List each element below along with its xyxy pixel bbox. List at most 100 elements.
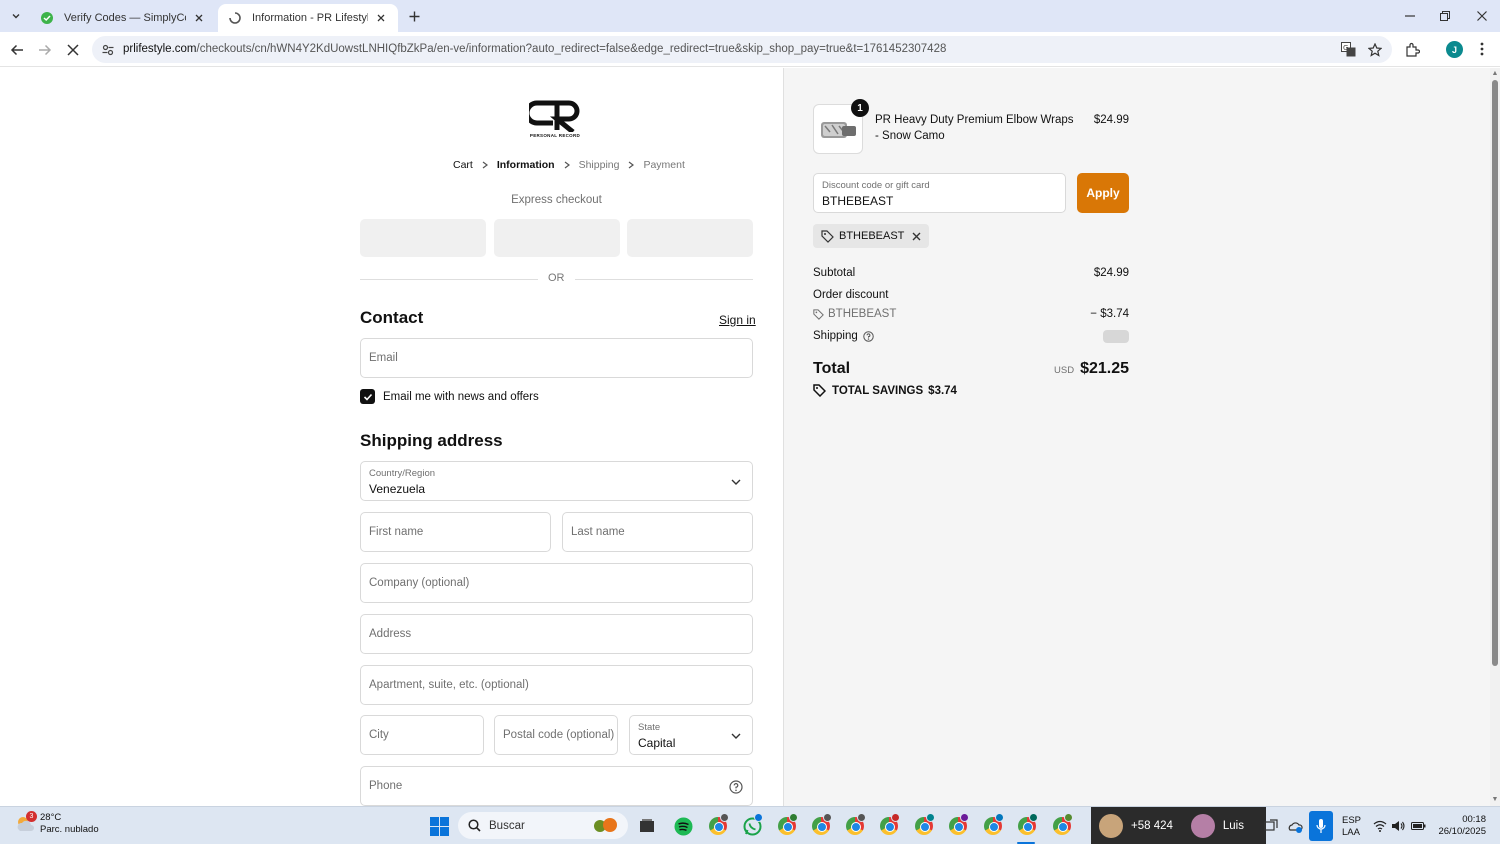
chrome-profile-6-icon[interactable] — [913, 813, 935, 837]
svg-text:G: G — [1343, 44, 1348, 52]
close-window-icon[interactable] — [1474, 8, 1490, 24]
company-field[interactable]: Company (optional) — [360, 563, 753, 603]
system-clock[interactable]: 00:18 26/10/2025 — [1436, 814, 1486, 838]
profile-avatar[interactable]: J — [1446, 41, 1463, 58]
tab-checkout-active[interactable]: Information - PR Lifestyle - Che — [218, 4, 398, 32]
tab-search-chevron-icon[interactable] — [6, 7, 26, 25]
close-tab-icon[interactable] — [374, 11, 388, 25]
chevron-right-icon — [564, 161, 570, 169]
state-select[interactable]: State Capital — [629, 715, 753, 755]
first-name-field[interactable]: First name — [360, 512, 551, 552]
help-circle-icon[interactable] — [728, 779, 744, 795]
country-select[interactable]: Country/Region Venezuela — [360, 461, 753, 501]
onedrive-icon[interactable] — [1287, 818, 1303, 834]
input-language[interactable]: ESP LAA — [1342, 815, 1361, 839]
phone-placeholder: Phone — [369, 780, 403, 792]
express-checkout-button-1[interactable] — [360, 219, 486, 257]
battery-icon[interactable] — [1410, 818, 1426, 834]
restore-window-icon[interactable] — [1437, 8, 1453, 24]
email-placeholder: Email — [369, 352, 398, 364]
chevron-right-icon — [482, 161, 488, 169]
browser-toolbar: prlifestyle.com/checkouts/cn/hWN4Y2KdUow… — [0, 32, 1500, 67]
temperature: 28°C — [40, 812, 62, 823]
url-host: prlifestyle.com — [123, 43, 197, 55]
checkout-page: PERSONAL RECORD Cart Information Shippin… — [0, 68, 1490, 806]
chrome-profile-1-icon[interactable] — [707, 813, 729, 837]
discount-code-field[interactable]: Discount code or gift card BTHEBEAST — [813, 173, 1066, 213]
apartment-placeholder: Apartment, suite, etc. (optional) — [369, 679, 529, 691]
scroll-up-arrow-icon[interactable]: ▲ — [1491, 70, 1499, 78]
extensions-puzzle-icon[interactable] — [1403, 40, 1421, 58]
apartment-field[interactable]: Apartment, suite, etc. (optional) — [360, 665, 753, 705]
postal-code-placeholder: Postal code (optional) — [503, 729, 615, 741]
microphone-icon[interactable] — [1309, 811, 1333, 841]
task-view-icon[interactable] — [636, 815, 658, 837]
pr-logo-mark-icon — [529, 100, 580, 132]
whatsapp-icon[interactable] — [741, 813, 763, 837]
scrollbar-thumb[interactable] — [1492, 80, 1498, 666]
contact-avatar — [1190, 814, 1215, 838]
browser-menu-icon[interactable] — [1475, 40, 1489, 58]
address-bar[interactable]: prlifestyle.com/checkouts/cn/hWN4Y2KdUow… — [92, 36, 1392, 63]
weather-widget[interactable]: 3 28°C Parc. nublado — [14, 811, 99, 836]
newsletter-checkbox[interactable] — [360, 389, 375, 404]
postal-code-field[interactable]: Postal code (optional) — [494, 715, 618, 755]
browser-tab-strip: Verify Codes — SimplyCodes Information -… — [0, 0, 1500, 32]
chrome-profile-3-icon[interactable] — [810, 813, 832, 837]
savings-value: $3.74 — [928, 384, 957, 397]
city-field[interactable]: City — [360, 715, 484, 755]
chrome-profile-9-icon[interactable] — [1016, 813, 1038, 837]
or-divider: OR — [360, 271, 753, 287]
chrome-profile-5-icon[interactable] — [878, 813, 900, 837]
windows-start-icon[interactable] — [430, 817, 449, 836]
chevron-right-icon — [628, 161, 635, 169]
breadcrumb-shipping: Shipping — [578, 159, 620, 171]
apply-discount-button[interactable]: Apply — [1077, 173, 1129, 213]
loading-spinner-icon — [228, 11, 242, 25]
help-circle-icon[interactable] — [863, 330, 874, 342]
close-tab-icon[interactable] — [192, 11, 206, 25]
newsletter-option[interactable]: Email me with news and offers — [360, 389, 539, 404]
chrome-profile-10-icon[interactable] — [1051, 813, 1073, 837]
wifi-icon[interactable] — [1372, 818, 1388, 834]
scroll-down-arrow-icon[interactable]: ▼ — [1491, 796, 1499, 804]
volume-icon[interactable] — [1390, 818, 1406, 834]
minimize-window-icon[interactable] — [1402, 8, 1418, 24]
pr-logo[interactable]: PERSONAL RECORD — [528, 100, 582, 140]
chrome-profile-8-icon[interactable] — [982, 813, 1004, 837]
email-field[interactable]: Email — [360, 338, 753, 378]
chrome-profile-7-icon[interactable] — [947, 813, 969, 837]
total-value: $21.25 — [1080, 360, 1129, 377]
address-field[interactable]: Address — [360, 614, 753, 654]
site-settings-icon[interactable] — [100, 42, 116, 58]
back-arrow-icon[interactable] — [8, 41, 26, 59]
phone-field[interactable]: Phone — [360, 766, 753, 806]
spotify-icon[interactable] — [672, 815, 694, 837]
page-scrollbar[interactable]: ▲ ▼ — [1490, 68, 1500, 806]
tab-title: Information - PR Lifestyle - Che — [252, 12, 368, 24]
express-checkout-button-2[interactable] — [494, 219, 620, 257]
address-placeholder: Address — [369, 628, 412, 640]
tag-icon — [813, 308, 824, 320]
product-price: $24.99 — [1093, 114, 1129, 126]
last-name-field[interactable]: Last name — [562, 512, 753, 552]
tab-simplycodes[interactable]: Verify Codes — SimplyCodes — [30, 4, 216, 32]
breadcrumb-payment: Payment — [643, 159, 685, 171]
new-tab-plus-icon[interactable] — [406, 8, 422, 24]
remove-discount-icon[interactable] — [912, 232, 921, 241]
chrome-profile-4-icon[interactable] — [844, 813, 866, 837]
call-notification-pill[interactable]: +58 424 Luis — [1091, 807, 1266, 844]
search-highlight-icon — [588, 816, 622, 834]
chrome-profile-2-icon[interactable] — [776, 813, 798, 837]
taskbar-search[interactable]: Buscar — [458, 812, 628, 839]
breadcrumb-cart[interactable]: Cart — [453, 159, 473, 171]
bookmark-star-icon[interactable] — [1366, 41, 1383, 58]
forward-arrow-icon[interactable] — [36, 41, 54, 59]
stop-loading-icon[interactable] — [64, 41, 82, 59]
order-discount-label: Order discount — [813, 289, 889, 301]
state-label: State — [638, 722, 661, 733]
show-hidden-icons-icon[interactable] — [1263, 818, 1279, 834]
sign-in-link[interactable]: Sign in — [719, 313, 756, 327]
express-checkout-button-3[interactable] — [627, 219, 753, 257]
translate-icon[interactable]: G — [1340, 41, 1357, 58]
